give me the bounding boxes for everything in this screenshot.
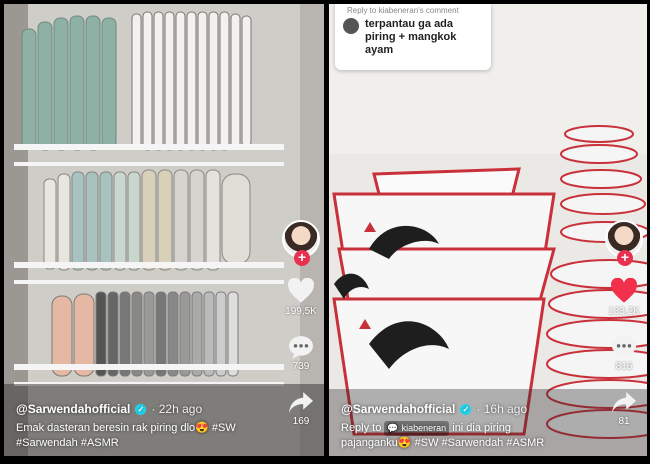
rooster-bowls-scene [329,4,647,456]
right-action-rail: + 133,2K 816 81 [601,220,647,427]
share-count: 169 [292,416,310,427]
left-video-panel[interactable]: + 199,5K 739 169 @Sarwendahofficial ✓ · … [4,4,324,456]
left-caption: @Sarwendahofficial ✓ · 22h ago Emak dast… [16,402,236,451]
follow-plus-icon[interactable]: + [294,250,310,266]
comment-text: terpantau ga ada piring + mangkok ayam [365,18,457,56]
caption-text: Reply to 💬 kiabeneran ini dia piring paja… [341,421,545,449]
right-caption: @Sarwendahofficial ✓ · 16h ago Reply to … [341,402,544,451]
like-count: 133,2K [608,306,640,317]
like-heart-icon[interactable] [610,278,638,304]
commenter-avatar [343,18,359,34]
creator-avatar[interactable]: + [605,220,643,266]
post-time: · 16h ago [476,402,528,416]
comment-mini-icon: 💬 [387,423,399,433]
share-count: 81 [618,416,630,427]
follow-plus-icon[interactable]: + [617,250,633,266]
verified-check-icon: ✓ [460,403,472,415]
left-action-rail: + 199,5K 739 169 [278,220,324,427]
creator-avatar[interactable]: + [282,220,320,266]
reply-comment-card[interactable]: Reply to kiabeneran's comment terpantau … [335,4,491,70]
right-video-panel[interactable]: Reply to kiabeneran's comment terpantau … [329,4,647,456]
like-count: 199,5K [285,306,317,317]
reply-to-label: Reply to kiabeneran's comment [347,6,459,15]
username[interactable]: @Sarwendahofficial [16,402,130,416]
verified-check-icon: ✓ [135,403,147,415]
dish-rack-scene [4,4,324,456]
like-heart-icon[interactable] [287,278,315,304]
username[interactable]: @Sarwendahofficial [341,402,455,416]
post-time: · 22h ago [151,402,203,416]
reply-mention-chip[interactable]: 💬 kiabeneran [384,421,450,436]
share-arrow-icon[interactable] [610,390,638,414]
caption-text: Emak dasteran beresin rak piring dlo😍 #S… [16,422,236,449]
comment-count: 739 [292,361,310,372]
comment-icon[interactable] [287,335,315,359]
comment-icon[interactable] [610,335,638,359]
comment-count: 816 [615,361,633,372]
share-arrow-icon[interactable] [287,390,315,414]
